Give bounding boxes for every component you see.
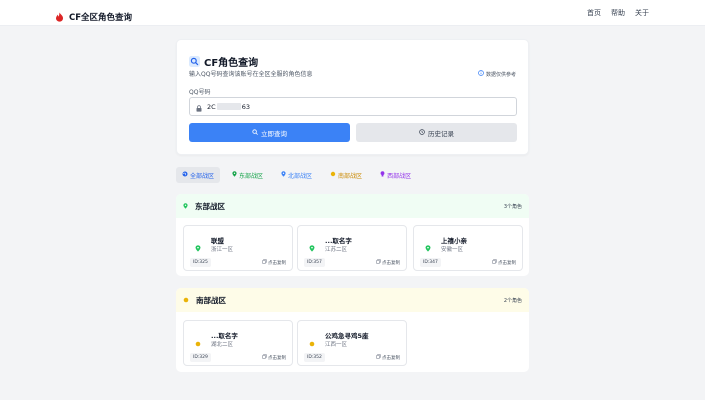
tab-east[interactable]: 东部战区 (226, 167, 269, 183)
tab-west[interactable]: 西部战区 (374, 167, 417, 183)
tab-east-label: 东部战区 (239, 172, 264, 180)
region-south-count: 2个角色 (503, 297, 522, 304)
copy-button[interactable]: 点击复制 (376, 259, 400, 266)
region-tabs: 全部战区 东部战区 北部战区 南部战区 西部战区 (176, 167, 417, 183)
role-id-badge: ID:352 (304, 353, 325, 362)
query-subtitle: 输入QQ号码查询该账号在全区全服的角色信息 (189, 71, 313, 78)
top-bar: CF全区角色查询 首页 帮助 关于 (0, 0, 705, 26)
sun-icon (195, 332, 201, 351)
region-south-header: 南部战区 2个角色 (176, 288, 529, 312)
tab-all[interactable]: 全部战区 (176, 167, 221, 183)
query-card: CF角色查询 输入QQ号码查询该账号在全区全服的角色信息 数据仅供参考 QQ号码… (176, 39, 529, 155)
tab-north[interactable]: 北部战区 (275, 167, 318, 183)
sun-icon (309, 332, 315, 351)
copy-icon (492, 259, 497, 266)
role-id-badge: ID:357 (304, 258, 325, 267)
location-pin-icon (309, 237, 315, 256)
flame-icon (55, 7, 64, 26)
copy-label: 点击复制 (268, 355, 286, 361)
data-note-text: 数据仅供参考 (485, 71, 516, 78)
role-id-badge: ID:325 (190, 258, 211, 267)
region-east-title: 东部战区 (195, 201, 225, 211)
role-name: 公鸡急寻鸡5座 (325, 332, 369, 340)
search-button-label: 立即查询 (261, 129, 287, 138)
history-button-label: 历史记录 (428, 129, 454, 138)
tab-west-label: 西部战区 (387, 172, 412, 180)
role-name: 上禧小亲 (441, 237, 467, 245)
history-icon (419, 128, 425, 137)
location-pin-icon (281, 171, 286, 179)
top-nav: 首页 帮助 关于 (587, 8, 649, 18)
copy-icon (376, 354, 381, 361)
role-card[interactable]: 上禧小亲 安徽一区 ID:347 点击复制 (413, 225, 523, 271)
role-name: ...取名字 (325, 237, 352, 245)
copy-label: 点击复制 (268, 260, 286, 266)
brand[interactable]: CF全区角色查询 (55, 7, 132, 26)
location-pin-icon (183, 202, 188, 211)
globe-icon (182, 171, 188, 179)
nav-about-link[interactable]: 关于 (635, 8, 649, 18)
role-name: ...取名字 (211, 332, 238, 340)
copy-label: 点击复制 (382, 355, 400, 361)
qq-field-label: QQ号码 (189, 89, 211, 96)
role-card[interactable]: ...取名字 江苏二区 ID:357 点击复制 (297, 225, 407, 271)
app-title: CF全区角色查询 (69, 12, 133, 23)
tab-north-label: 北部战区 (288, 172, 313, 180)
tab-south-label: 南部战区 (338, 172, 363, 180)
role-area: 浙江一区 (211, 247, 234, 253)
tab-all-label: 全部战区 (190, 172, 215, 180)
region-east-header: 东部战区 3个角色 (176, 194, 529, 218)
copy-icon (262, 354, 267, 361)
search-icon (252, 128, 258, 137)
copy-label: 点击复制 (382, 260, 400, 266)
query-title: CF角色查询 (204, 58, 259, 69)
nav-help-link[interactable]: 帮助 (611, 8, 625, 18)
role-card[interactable]: ...取名字 湖北二区 ID:329 点击复制 (183, 320, 293, 366)
location-pin-icon (425, 237, 431, 256)
redacted-digits (216, 103, 241, 110)
location-pin-icon (195, 237, 201, 256)
role-area: 安徽一区 (441, 247, 464, 253)
role-area: 江苏二区 (325, 247, 348, 253)
copy-button[interactable]: 点击复制 (262, 354, 286, 361)
qq-input[interactable]: 2C 63 (189, 97, 517, 116)
region-east: 东部战区 3个角色 联盟 浙江一区 ID:325 点击复制 ...取名字 江苏二… (176, 194, 529, 276)
bulb-icon (380, 171, 385, 179)
sun-icon (183, 296, 189, 305)
region-south: 南部战区 2个角色 ...取名字 湖北二区 ID:329 点击复制 公鸡急寻鸡5… (176, 288, 529, 372)
data-note: 数据仅供参考 (478, 70, 516, 78)
copy-icon (262, 259, 267, 266)
role-id-badge: ID:329 (190, 353, 211, 362)
role-id-badge: ID:347 (420, 258, 441, 267)
role-card[interactable]: 公鸡急寻鸡5座 江西一区 ID:352 点击复制 (297, 320, 407, 366)
location-pin-icon (232, 171, 237, 179)
copy-button[interactable]: 点击复制 (492, 259, 516, 266)
search-button[interactable]: 立即查询 (189, 123, 350, 142)
copy-button[interactable]: 点击复制 (262, 259, 286, 266)
role-name: 联盟 (211, 237, 224, 245)
qq-input-value: 2C 63 (207, 103, 250, 111)
role-card[interactable]: 联盟 浙江一区 ID:325 点击复制 (183, 225, 293, 271)
role-area: 江西一区 (325, 342, 348, 348)
tab-south[interactable]: 南部战区 (324, 167, 368, 183)
region-south-title: 南部战区 (196, 295, 226, 305)
qq-value-start: 2C (207, 102, 216, 111)
nav-home-link[interactable]: 首页 (587, 8, 601, 18)
lock-icon (196, 97, 202, 116)
copy-icon (376, 259, 381, 266)
copy-label: 点击复制 (498, 260, 516, 266)
region-east-count: 3个角色 (503, 203, 522, 210)
copy-button[interactable]: 点击复制 (376, 354, 400, 361)
sun-icon (330, 171, 336, 179)
role-area: 湖北二区 (211, 342, 234, 348)
info-icon (478, 70, 484, 78)
history-button[interactable]: 历史记录 (356, 123, 517, 142)
qq-value-end: 63 (241, 102, 250, 111)
